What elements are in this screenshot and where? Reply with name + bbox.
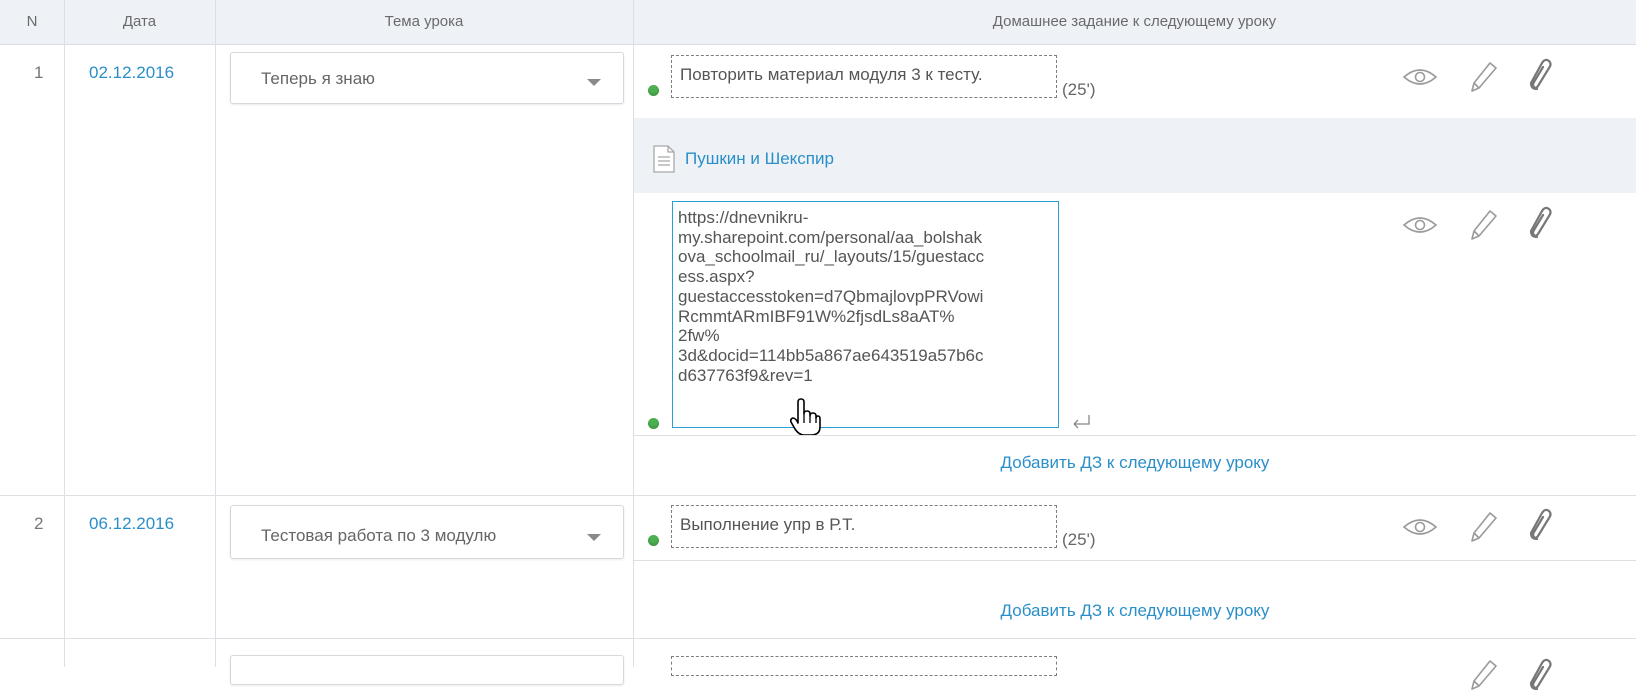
row-divider bbox=[634, 435, 1636, 436]
status-dot bbox=[648, 418, 659, 429]
lesson-number: 2 bbox=[34, 514, 44, 533]
textarea-line: guestaccesstoken=d7QbmajlovpPRVowi bbox=[678, 286, 984, 306]
pencil-icon[interactable] bbox=[1466, 206, 1498, 242]
row-divider bbox=[0, 495, 1636, 496]
lesson-topic-select[interactable]: Теперь я знаю bbox=[230, 52, 624, 104]
table-header: N Дата Тема урока Домашнее задание к сле… bbox=[0, 0, 1636, 45]
chevron-down-icon bbox=[587, 79, 601, 86]
pencil-icon[interactable] bbox=[1466, 656, 1498, 692]
status-dot bbox=[648, 535, 659, 546]
paperclip-icon[interactable] bbox=[1528, 657, 1552, 695]
textarea-line: ova_schoolmail_ru/_layouts/15/guestacc bbox=[678, 247, 985, 267]
homework-text-field[interactable]: Повторить материал модуля 3 к тесту. bbox=[671, 55, 1057, 98]
attachment-link[interactable]: Пушкин и Шекспир bbox=[685, 149, 834, 169]
chevron-down-icon bbox=[587, 534, 601, 541]
column-divider bbox=[633, 0, 634, 667]
textarea-line: 3d&docid=114bb5a867ae643519a57b6c bbox=[678, 345, 984, 365]
eye-icon[interactable] bbox=[1402, 66, 1438, 88]
column-divider bbox=[215, 0, 216, 667]
status-dot bbox=[648, 85, 659, 96]
lesson-date-link[interactable]: 02.12.2016 bbox=[89, 63, 174, 83]
homework-duration: (25') bbox=[1062, 530, 1096, 549]
column-divider bbox=[64, 0, 65, 667]
row-divider bbox=[0, 638, 1636, 639]
homework-edit-textarea[interactable]: https://dnevnikru- my.sharepoint.com/per… bbox=[672, 201, 1059, 428]
eye-icon[interactable] bbox=[1402, 214, 1438, 236]
lesson-date-link[interactable]: 06.12.2016 bbox=[89, 514, 174, 534]
textarea-line: RcmmtARmIBF91W%2fjsdLs8aAT% bbox=[678, 306, 955, 326]
add-homework-link[interactable]: Добавить ДЗ к следующему уроку bbox=[634, 453, 1636, 473]
header-topic: Тема урока bbox=[384, 13, 464, 30]
header-homework: Домашнее задание к следующему уроку bbox=[992, 13, 1277, 30]
attachment-row: Пушкин и Шекспир bbox=[634, 118, 1636, 193]
lesson-topic-select[interactable]: Тестовая работа по 3 модулю bbox=[230, 505, 624, 559]
row-divider bbox=[634, 560, 1636, 561]
header-n: N bbox=[26, 13, 38, 30]
homework-text-field[interactable] bbox=[671, 656, 1057, 676]
lesson-topic-value: Тестовая работа по 3 модулю bbox=[261, 526, 497, 545]
lesson-topic-value: Теперь я знаю bbox=[261, 69, 375, 88]
textarea-line: ess.aspx? bbox=[678, 267, 755, 287]
textarea-line: https://dnevnikru- bbox=[678, 208, 809, 227]
textarea-line: d637763f9&rev=1 bbox=[678, 365, 813, 385]
document-icon bbox=[652, 145, 676, 173]
header-date: Дата bbox=[122, 13, 157, 30]
hand-pointer-icon bbox=[789, 397, 821, 437]
return-icon[interactable] bbox=[1070, 413, 1092, 431]
paperclip-icon[interactable] bbox=[1528, 205, 1552, 243]
paperclip-icon[interactable] bbox=[1528, 57, 1552, 95]
lesson-topic-select[interactable] bbox=[230, 655, 624, 685]
homework-duration: (25') bbox=[1062, 80, 1096, 99]
pencil-icon[interactable] bbox=[1466, 508, 1498, 544]
eye-icon[interactable] bbox=[1402, 516, 1438, 538]
pencil-icon[interactable] bbox=[1466, 58, 1498, 94]
textarea-line: 2fw% bbox=[678, 326, 720, 346]
homework-text-field[interactable]: Выполнение упр в Р.Т. bbox=[671, 505, 1057, 548]
lesson-number: 1 bbox=[34, 63, 44, 82]
paperclip-icon[interactable] bbox=[1528, 507, 1552, 545]
textarea-line: my.sharepoint.com/personal/aa_bolshak bbox=[678, 227, 982, 247]
add-homework-link[interactable]: Добавить ДЗ к следующему уроку bbox=[634, 601, 1636, 621]
